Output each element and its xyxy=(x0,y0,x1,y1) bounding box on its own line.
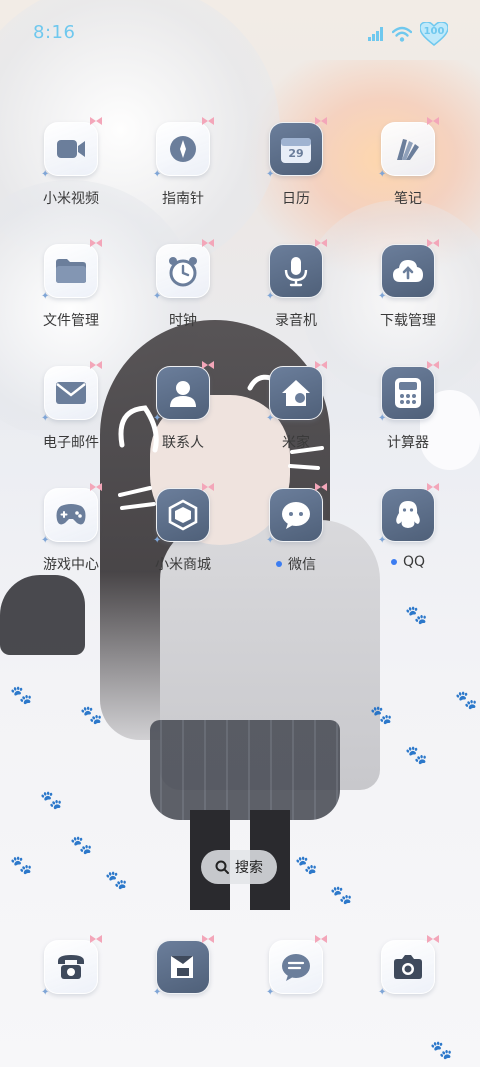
paw-print: 🐾 xyxy=(10,855,33,876)
paw-print: 🐾 xyxy=(455,690,478,711)
app-xiaomi-video[interactable]: ✦ 小米视频 xyxy=(16,117,126,232)
app-label: 下载管理 xyxy=(380,313,436,329)
clock-icon: ✦ xyxy=(153,239,214,302)
app-mijia[interactable]: ✦ 米家 xyxy=(241,361,351,476)
paw-print: 🐾 xyxy=(330,885,353,906)
app-label-text: QQ xyxy=(402,554,426,570)
paw-print: 🐾 xyxy=(40,790,63,811)
paw-print: 🐾 xyxy=(405,745,428,766)
app-calendar[interactable]: 29 ✦ 日历 xyxy=(241,117,351,232)
app-label: 游戏中心 xyxy=(43,557,99,573)
browser-icon: ✦ xyxy=(153,935,214,998)
app-label: 文件管理 xyxy=(43,313,99,329)
app-clock[interactable]: ✦ 时钟 xyxy=(128,239,238,354)
search-icon xyxy=(215,860,229,874)
status-bar: 8:16 100 xyxy=(0,0,480,68)
signal-icon xyxy=(368,27,383,41)
app-label: 小米商城 xyxy=(155,557,211,573)
status-time: 8:16 xyxy=(33,22,76,43)
calendar-icon: 29 ✦ xyxy=(266,117,327,180)
app-calculator[interactable]: ✦ 计算器 xyxy=(353,361,463,476)
app-label: 时钟 xyxy=(169,313,197,329)
app-label: 笔记 xyxy=(394,191,422,207)
app-label: 微信 xyxy=(276,554,316,574)
app-label: 小米视频 xyxy=(43,191,99,207)
app-game-center[interactable]: ✦ 游戏中心 xyxy=(16,483,126,598)
dock-messages[interactable]: ✦ xyxy=(241,935,351,1010)
messages-icon: ✦ xyxy=(266,935,327,998)
app-label: 计算器 xyxy=(387,435,429,451)
dock-phone[interactable]: ✦ xyxy=(16,935,126,1010)
dock-browser[interactable]: ✦ xyxy=(128,935,238,1010)
download-icon: ✦ xyxy=(378,239,439,302)
gamepad-icon: ✦ xyxy=(41,483,102,546)
paw-print: 🐾 xyxy=(430,1040,453,1061)
app-download-manager[interactable]: ✦ 下载管理 xyxy=(353,239,463,354)
girl-skirt xyxy=(150,720,340,820)
app-mi-store[interactable]: ✦ 小米商城 xyxy=(128,483,238,598)
contacts-icon: ✦ xyxy=(153,361,214,424)
calculator-icon: ✦ xyxy=(378,361,439,424)
mi-store-icon: ✦ xyxy=(153,483,214,546)
search-label: 搜索 xyxy=(235,860,263,876)
app-label: 电子邮件 xyxy=(43,435,99,451)
app-notes[interactable]: ✦ 笔记 xyxy=(353,117,463,232)
video-icon: ✦ xyxy=(41,117,102,180)
app-file-manager[interactable]: ✦ 文件管理 xyxy=(16,239,126,354)
paw-print: 🐾 xyxy=(70,835,93,856)
app-label: 指南针 xyxy=(162,191,204,207)
wechat-icon: ✦ xyxy=(266,483,327,546)
app-compass[interactable]: ✦ 指南针 xyxy=(128,117,238,232)
paw-print: 🐾 xyxy=(295,855,318,876)
app-wechat[interactable]: ✦ 微信 xyxy=(241,483,351,598)
phone-icon: ✦ xyxy=(41,935,102,998)
microphone-icon: ✦ xyxy=(266,239,327,302)
notification-dot xyxy=(276,561,282,567)
notes-icon: ✦ xyxy=(378,117,439,180)
app-label-text: 微信 xyxy=(288,557,316,573)
camera-icon: ✦ xyxy=(378,935,439,998)
dock-camera[interactable]: ✦ xyxy=(353,935,463,1010)
app-label: 联系人 xyxy=(162,435,204,451)
app-label: 日历 xyxy=(282,191,310,207)
battery-heart-icon: 100 xyxy=(419,21,449,46)
paw-print: 🐾 xyxy=(105,870,128,891)
qq-icon: ✦ xyxy=(378,483,439,546)
compass-icon: ✦ xyxy=(153,117,214,180)
app-qq[interactable]: ✦ QQ xyxy=(353,483,463,598)
app-recorder[interactable]: ✦ 录音机 xyxy=(241,239,351,354)
status-icons: 100 xyxy=(368,21,449,46)
app-contacts[interactable]: ✦ 联系人 xyxy=(128,361,238,476)
paw-print: 🐾 xyxy=(80,705,103,726)
search-button[interactable]: 搜索 xyxy=(201,850,277,884)
app-email[interactable]: ✦ 电子邮件 xyxy=(16,361,126,476)
paw-print: 🐾 xyxy=(370,705,393,726)
mail-icon: ✦ xyxy=(41,361,102,424)
paw-print: 🐾 xyxy=(10,685,33,706)
notification-dot xyxy=(390,559,397,565)
paw-print: 🐾 xyxy=(405,605,428,626)
calendar-date: 29 xyxy=(288,147,304,160)
app-label: 录音机 xyxy=(275,313,317,329)
wifi-icon xyxy=(392,26,412,42)
smart-home-icon: ✦ xyxy=(266,361,327,424)
app-label: 米家 xyxy=(282,435,310,451)
app-label: QQ xyxy=(390,554,426,570)
battery-level: 100 xyxy=(423,26,445,37)
folder-icon: ✦ xyxy=(41,239,102,302)
